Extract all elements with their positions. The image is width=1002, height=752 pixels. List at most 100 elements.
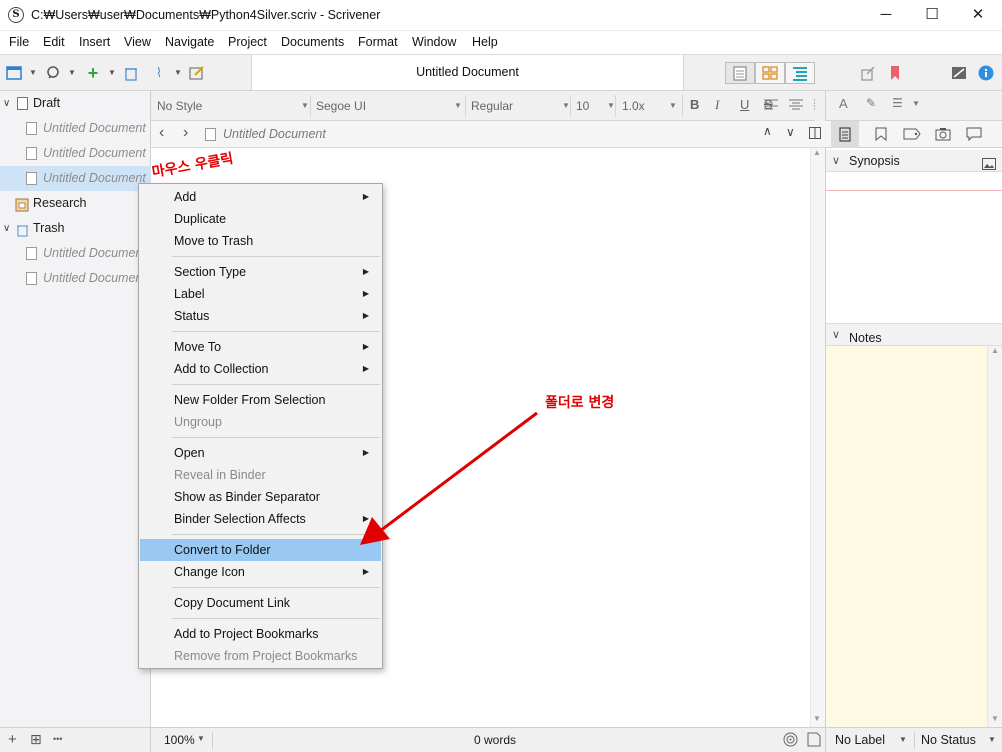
chevron-down-icon[interactable]: ∨ [3,91,10,116]
snapshots-tab-icon[interactable] [935,127,951,144]
binder-item-document[interactable]: Untitled Document [0,141,151,166]
align-left-icon[interactable] [764,99,778,114]
chevron-down-icon[interactable]: ▼ [64,65,80,81]
menu-file[interactable]: File [9,35,29,49]
menu-item-move-to[interactable]: Move To ▶ [140,336,381,358]
add-icon[interactable]: + [85,64,101,82]
editor-scrollbar[interactable]: ▲ ▼ [810,148,825,727]
binder-item-research[interactable]: Research [0,191,151,216]
scroll-up-icon[interactable]: ▲ [813,148,821,157]
close-button[interactable]: ✕ [955,0,1001,31]
maximize-button[interactable]: ☐ [909,0,955,31]
search-icon[interactable] [46,65,62,81]
notes-tab[interactable] [831,121,859,148]
highlighter-icon[interactable]: ✎ [866,96,876,110]
menu-project[interactable]: Project [228,35,267,49]
menu-item-label[interactable]: Label ▶ [140,283,381,305]
binder-toggle-icon[interactable] [6,65,22,81]
font-size-select[interactable]: 10 ▼ [576,97,616,115]
menu-item-move-to-trash[interactable]: Move to Trash [140,230,381,252]
menu-item-status[interactable]: Status ▶ [140,305,381,327]
view-corkboard-button[interactable] [755,62,785,84]
menu-item-change-icon[interactable]: Change Icon ▶ [140,561,381,583]
menu-window[interactable]: Window [412,35,456,49]
zoom-select[interactable]: 100% [164,733,195,747]
menu-item-convert-to-folder[interactable]: Convert to Folder [140,539,381,561]
menu-item-add-to-collection[interactable]: Add to Collection ▶ [140,358,381,380]
scroll-down-icon[interactable]: ▼ [813,714,821,723]
status-select[interactable]: No Status [921,733,976,747]
style-select[interactable]: No Style ▼ [157,97,309,115]
edit-icon[interactable] [189,65,205,81]
view-outline-button[interactable] [785,62,815,84]
paperclip-icon[interactable]: ⌇ [151,65,167,81]
menu-documents[interactable]: Documents [281,35,344,49]
menu-item-open[interactable]: Open ▶ [140,442,381,464]
binder-item-document[interactable]: Untitled Document [0,241,151,266]
scroll-down-icon[interactable]: ▼ [991,714,999,723]
list-icon[interactable]: ☰ [892,96,903,110]
menu-item-duplicate[interactable]: Duplicate [140,208,381,230]
synopsis-text-area[interactable] [826,191,1002,323]
image-icon[interactable] [982,155,996,177]
menu-insert[interactable]: Insert [79,35,110,49]
chevron-down-icon[interactable]: ▼ [104,65,120,81]
binder-item-trash[interactable]: ∨ Trash [0,216,151,241]
add-icon[interactable]: + [8,731,17,748]
menu-item-add[interactable]: Add ▶ [140,186,381,208]
binder-item-document-selected[interactable]: Untitled Document [0,166,151,191]
font-select[interactable]: Segoe UI ▼ [316,97,466,115]
font-weight-select[interactable]: Regular ▼ [471,97,571,115]
menu-item-new-folder-from-selection[interactable]: New Folder From Selection [140,389,381,411]
binder-item-draft[interactable]: ∨ Draft [0,91,151,116]
chevron-down-icon[interactable]: ∨ [832,324,840,346]
document-notes-icon[interactable] [807,732,821,750]
comments-tab-icon[interactable] [966,127,982,144]
underline-button[interactable]: U [740,97,749,112]
add-folder-icon[interactable]: ⊞ [30,731,42,748]
chevron-down-icon[interactable]: ▼ [988,735,996,744]
menu-format[interactable]: Format [358,35,398,49]
chevron-down-icon[interactable]: ∨ [786,125,795,139]
binder-item-document[interactable]: Untitled Document [0,116,151,141]
bookmarks-tab-icon[interactable] [875,127,887,144]
chevron-down-icon[interactable]: ▼ [912,99,920,108]
back-button[interactable]: ‹ [159,124,164,142]
bookmark-icon[interactable] [887,65,903,81]
more-options-icon[interactable]: ••• [53,734,62,744]
notes-scrollbar[interactable]: ▲ ▼ [987,346,1002,727]
menu-edit[interactable]: Edit [43,35,65,49]
align-center-icon[interactable] [789,99,803,114]
binder-item-document[interactable]: Untitled Document [0,266,151,291]
scroll-up-icon[interactable]: ▲ [991,346,999,355]
split-view-icon[interactable] [809,127,821,142]
chevron-down-icon[interactable]: ▼ [197,734,205,743]
chevron-down-icon[interactable]: ▼ [170,65,186,81]
chevron-down-icon[interactable]: ▼ [25,65,41,81]
text-color-icon[interactable]: A [839,96,848,111]
chevron-down-icon[interactable]: ∨ [3,216,10,241]
share-icon[interactable] [860,65,876,81]
trash-icon[interactable] [123,65,139,81]
menu-item-copy-document-link[interactable]: Copy Document Link [140,592,381,614]
chevron-down-icon[interactable]: ▼ [899,735,907,744]
menu-item-binder-selection-affects[interactable]: Binder Selection Affects ▶ [140,508,381,530]
minimize-button[interactable]: ─ [863,0,909,31]
forward-button[interactable]: › [183,124,188,142]
notes-text-area[interactable] [826,346,1002,727]
menu-navigate[interactable]: Navigate [165,35,214,49]
label-select[interactable]: No Label [835,733,885,747]
italic-button[interactable]: I [715,97,719,113]
chevron-down-icon[interactable]: ∨ [832,150,840,172]
metadata-tab-icon[interactable] [903,128,921,143]
info-icon[interactable] [978,65,994,81]
menu-view[interactable]: View [124,35,151,49]
compose-mode-icon[interactable] [951,65,967,81]
view-document-button[interactable] [725,62,755,84]
menu-item-show-as-binder-separator[interactable]: Show as Binder Separator [140,486,381,508]
target-icon[interactable] [783,732,798,750]
menu-help[interactable]: Help [472,35,498,49]
bold-button[interactable]: B [690,97,699,112]
menu-item-add-to-project-bookmarks[interactable]: Add to Project Bookmarks [140,623,381,645]
menu-item-section-type[interactable]: Section Type ▶ [140,261,381,283]
